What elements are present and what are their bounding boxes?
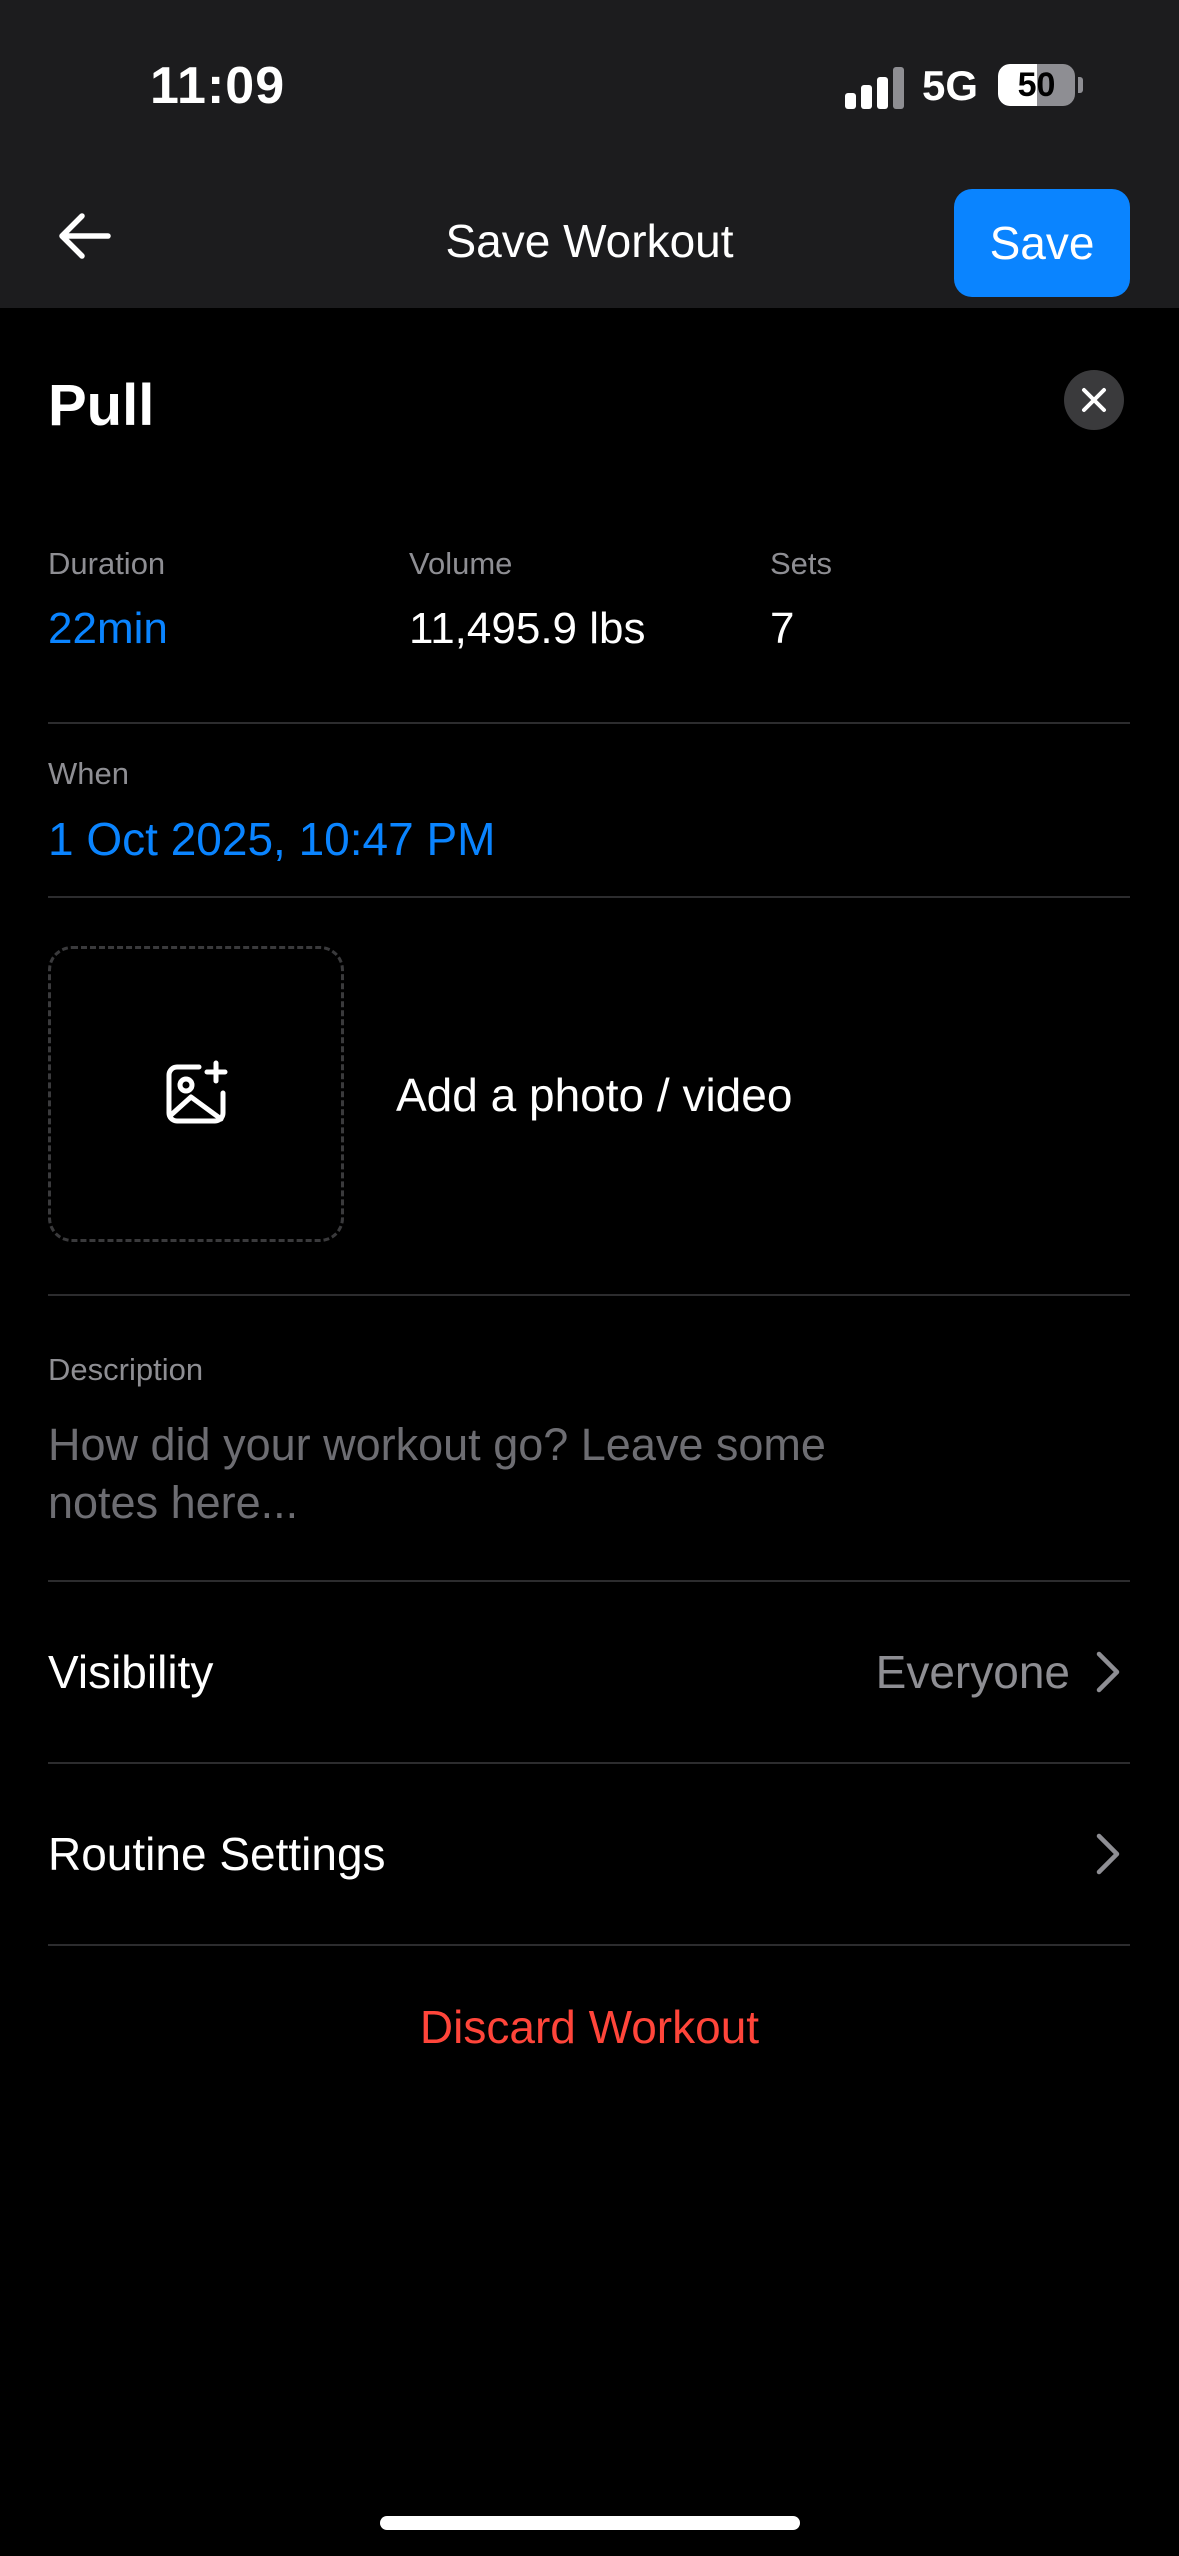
battery-nub [1078, 77, 1083, 93]
chevron-right-icon [1096, 1651, 1120, 1693]
routine-settings-row[interactable]: Routine Settings [48, 1764, 1130, 1944]
battery-icon: 50 [998, 64, 1075, 106]
clear-title-button[interactable] [1064, 370, 1124, 430]
add-media-label[interactable]: Add a photo / video [396, 1068, 792, 1122]
divider [48, 896, 1130, 898]
stat-value: 7 [770, 604, 795, 653]
divider [48, 1294, 1130, 1296]
discard-workout-button[interactable]: Discard Workout [0, 2000, 1179, 2054]
network-type: 5G [922, 62, 979, 109]
status-bar: 11:09 5G 50 [0, 0, 1179, 170]
nav-bar: Save Workout Save [0, 170, 1179, 308]
battery-level: 50 [1017, 66, 1056, 104]
description-label: Description [48, 1352, 204, 1387]
save-button[interactable]: Save [954, 189, 1130, 297]
chevron-right-icon [1096, 1833, 1120, 1875]
stat-label: Volume [409, 546, 513, 581]
description-input[interactable]: How did your workout go? Leave some note… [48, 1416, 948, 1532]
stat-duration[interactable]: Duration 22min [48, 546, 168, 654]
workout-title[interactable]: Pull [48, 372, 154, 439]
visibility-row[interactable]: Visibility Everyone [48, 1582, 1130, 1762]
header-area: 11:09 5G 50 Save Workout Save [0, 0, 1179, 308]
add-photo-icon [166, 1060, 228, 1124]
status-time: 11:09 [150, 57, 286, 115]
visibility-label: Visibility [48, 1646, 214, 1698]
stat-sets: Sets 7 [770, 546, 832, 654]
add-media-button[interactable] [48, 946, 344, 1242]
stat-value: 11,495.9 lbs [409, 604, 646, 653]
close-icon [1082, 388, 1106, 412]
stat-label: Duration [48, 546, 166, 581]
visibility-value: Everyone [875, 1646, 1070, 1698]
stat-value: 22min [48, 604, 168, 653]
divider [48, 722, 1130, 724]
stat-volume: Volume 11,495.9 lbs [409, 546, 645, 654]
stat-label: Sets [770, 546, 833, 581]
routine-settings-label: Routine Settings [48, 1828, 386, 1880]
when-value[interactable]: 1 Oct 2025, 10:47 PM [48, 812, 496, 866]
cellular-signal-icon [845, 67, 905, 109]
when-label: When [48, 756, 129, 791]
home-indicator[interactable] [380, 2516, 800, 2530]
divider [48, 1944, 1130, 1946]
